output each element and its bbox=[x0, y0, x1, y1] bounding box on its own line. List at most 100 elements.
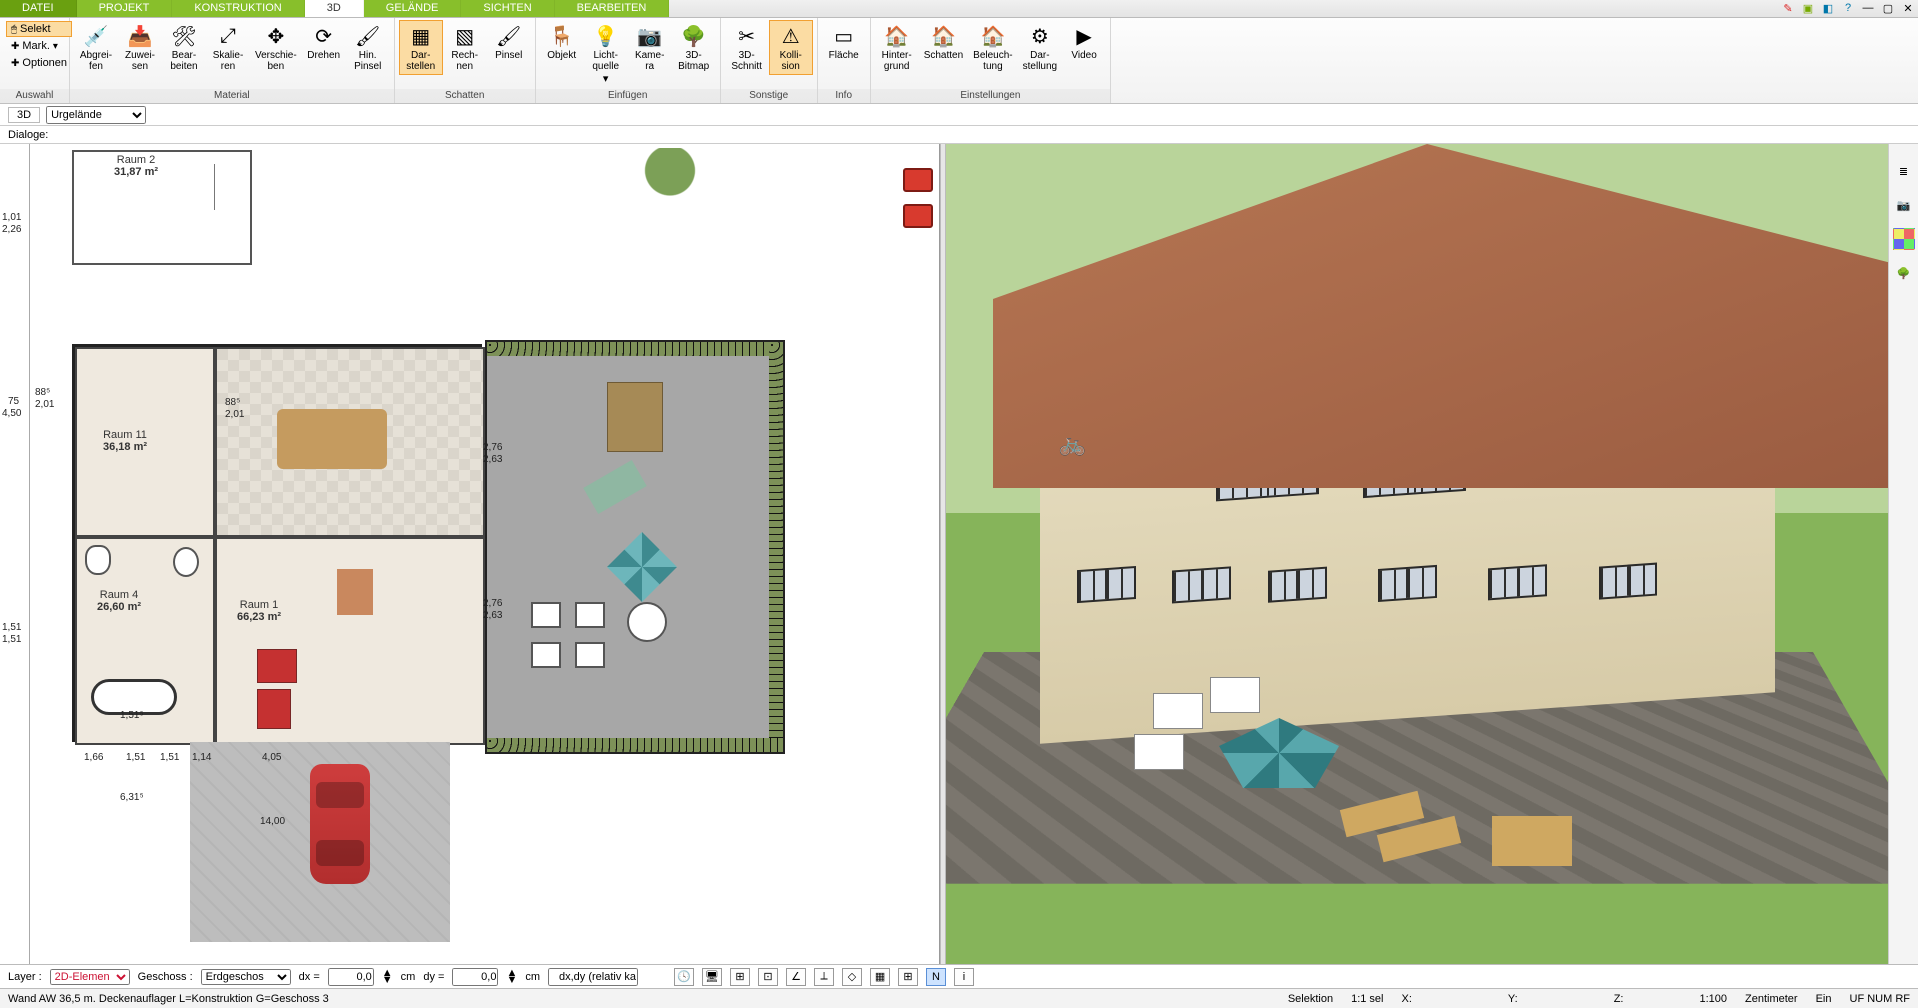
new-window-icon[interactable]: ▣ bbox=[1798, 0, 1818, 16]
group-info-label: Info bbox=[818, 89, 870, 103]
close-icon[interactable]: ✕ bbox=[1898, 0, 1918, 16]
scale-icon: ⤢ bbox=[215, 23, 241, 49]
kamera-button[interactable]: 📷Kame- ra bbox=[628, 20, 672, 75]
zuweisen-button[interactable]: 📥Zuwei- sen bbox=[118, 20, 162, 75]
umbrella-icon bbox=[607, 532, 677, 602]
object-icon: 🪑 bbox=[549, 23, 575, 49]
terrain-select[interactable]: Urgelände bbox=[46, 106, 146, 124]
schnitt-button[interactable]: ✂3D- Schnitt bbox=[725, 20, 769, 75]
hedge-bottom bbox=[487, 738, 783, 752]
status-selektion: Selektion bbox=[1288, 993, 1333, 1005]
beleuchtung-button[interactable]: 🏠Beleuch- tung bbox=[968, 20, 1017, 75]
objekt-button[interactable]: 🪑Objekt bbox=[540, 20, 584, 64]
hint-input[interactable] bbox=[548, 968, 638, 986]
layer-select[interactable]: 2D-Elemen bbox=[50, 969, 130, 985]
planter bbox=[607, 382, 663, 452]
side-toolbar: ≣ 📷 🌳 bbox=[1888, 144, 1918, 964]
help-icon[interactable]: ? bbox=[1838, 0, 1858, 16]
mark-button[interactable]: ✚ Mark. ▾ bbox=[6, 38, 72, 54]
darstellung-button[interactable]: ⚙Dar- stellung bbox=[1018, 20, 1062, 75]
tab-sichten[interactable]: SICHTEN bbox=[461, 0, 554, 17]
hinpinsel-button[interactable]: 🖌Hin. Pinsel bbox=[346, 20, 390, 75]
status-num: UF NUM RF bbox=[1850, 993, 1911, 1005]
optionen-button[interactable]: ✚ Optionen bbox=[6, 55, 72, 71]
shadow-icon: 🏠 bbox=[930, 23, 956, 49]
layer-label: Layer : bbox=[8, 971, 42, 983]
render-3d-pane[interactable]: 🚲 bbox=[946, 144, 1888, 964]
status-z: Z: bbox=[1614, 993, 1624, 1005]
bottom-toolbar: Layer : 2D-Elemen Geschoss : Erdgeschos … bbox=[0, 964, 1918, 988]
bulb-icon: 💡 bbox=[593, 23, 619, 49]
verschieben-button[interactable]: ✥Verschie- ben bbox=[250, 20, 302, 75]
dx-input[interactable] bbox=[328, 968, 374, 986]
tab-konstruktion[interactable]: KONSTRUKTION bbox=[172, 0, 304, 17]
schatten-set-button[interactable]: 🏠Schatten bbox=[919, 20, 968, 64]
pinsel-button[interactable]: 🖌Pinsel bbox=[487, 20, 531, 64]
tab-bearbeiten[interactable]: BEARBEITEN bbox=[555, 0, 670, 17]
hintergrund-button[interactable]: 🏠Hinter- grund bbox=[875, 20, 919, 75]
tab-projekt[interactable]: PROJEKT bbox=[77, 0, 173, 17]
dy-stepper[interactable]: ▲▼ bbox=[506, 970, 517, 984]
skalieren-button[interactable]: ⤢Skalie- ren bbox=[206, 20, 250, 75]
patio-table bbox=[1492, 816, 1572, 866]
floorplan-2d-pane[interactable]: 1,01 2,26 75 4,50 1,51 1,51 Raum 231,87 … bbox=[0, 144, 940, 964]
tab-gelaende[interactable]: GELÄNDE bbox=[364, 0, 462, 17]
minimize-icon[interactable]: — bbox=[1858, 0, 1878, 16]
snap1-toggle[interactable]: ⊞ bbox=[730, 968, 750, 986]
car bbox=[310, 764, 370, 884]
status-x: X: bbox=[1402, 993, 1412, 1005]
n-toggle[interactable]: N bbox=[926, 968, 946, 986]
dy-unit: cm bbox=[525, 971, 540, 983]
camera-side-icon[interactable]: 📷 bbox=[1893, 194, 1915, 216]
dy-label: dy = bbox=[423, 971, 444, 983]
lichtquelle-button[interactable]: 💡Licht- quelle▾ bbox=[584, 20, 628, 88]
rotate-icon: ⟳ bbox=[311, 23, 337, 49]
tab-3d[interactable]: 3D bbox=[305, 0, 364, 17]
info-toggle[interactable]: i bbox=[954, 968, 974, 986]
grid2-toggle[interactable]: ⊞ bbox=[898, 968, 918, 986]
video-button[interactable]: ▶Video bbox=[1062, 20, 1106, 64]
perp-toggle[interactable]: ⟂ bbox=[814, 968, 834, 986]
brush2-icon: 🖌 bbox=[496, 23, 522, 49]
bitmap-button[interactable]: 🌳3D- Bitmap bbox=[672, 20, 716, 75]
diamond-toggle[interactable]: ◇ bbox=[842, 968, 862, 986]
clock-toggle[interactable]: 🕓 bbox=[674, 968, 694, 986]
angle-toggle[interactable]: ∠ bbox=[786, 968, 806, 986]
window-2 bbox=[1172, 566, 1231, 603]
dining-table bbox=[277, 409, 387, 469]
house-outline: Raum 1136,18 m² Raum 345,42 m² Raum 426,… bbox=[72, 344, 482, 742]
maximize-icon[interactable]: ▢ bbox=[1878, 0, 1898, 16]
tree-side-icon[interactable]: 🌳 bbox=[1893, 262, 1915, 284]
geschoss-select[interactable]: Erdgeschos bbox=[201, 969, 291, 985]
grid1-toggle[interactable]: ▦ bbox=[870, 968, 890, 986]
red-control-2[interactable] bbox=[903, 204, 933, 228]
shadow-show-icon: ▦ bbox=[408, 23, 434, 49]
snap2-toggle[interactable]: ⊡ bbox=[758, 968, 778, 986]
area-icon: ▭ bbox=[831, 23, 857, 49]
drehen-button[interactable]: ⟳Drehen bbox=[302, 20, 346, 64]
cabinet bbox=[337, 569, 373, 615]
mode-3d-label: 3D bbox=[8, 107, 40, 123]
darstellen-button[interactable]: ▦Dar- stellen bbox=[399, 20, 443, 75]
monitor-toggle[interactable]: 🖥 bbox=[702, 968, 722, 986]
room-1: Raum 166,23 m² bbox=[215, 537, 485, 745]
bearbeiten-button[interactable]: 🛠Bear- beiten bbox=[162, 20, 206, 75]
flaeche-button[interactable]: ▭Fläche bbox=[822, 20, 866, 64]
layers-icon[interactable]: ≣ bbox=[1893, 160, 1915, 182]
display-icon: ⚙ bbox=[1027, 23, 1053, 49]
abgreifen-button[interactable]: 💉Abgrei- fen bbox=[74, 20, 118, 75]
kollision-button[interactable]: ⚠Kolli- sion bbox=[769, 20, 813, 75]
color-palette-icon[interactable] bbox=[1893, 228, 1915, 250]
dy-input[interactable] bbox=[452, 968, 498, 986]
lounger bbox=[583, 460, 646, 514]
status-unit: Zentimeter bbox=[1745, 993, 1798, 1005]
red-control-1[interactable] bbox=[903, 168, 933, 192]
rechnen-button[interactable]: ▧Rech- nen bbox=[443, 20, 487, 75]
selekt-button[interactable]: 🖱 Selekt bbox=[6, 21, 72, 37]
layout-icon[interactable]: ◧ bbox=[1818, 0, 1838, 16]
tab-datei[interactable]: DATEI bbox=[0, 0, 77, 17]
edit-icon: 🛠 bbox=[171, 23, 197, 49]
dx-stepper[interactable]: ▲▼ bbox=[382, 970, 393, 984]
status-sel: 1:1 sel bbox=[1351, 993, 1383, 1005]
pencil-icon[interactable]: ✎ bbox=[1778, 0, 1798, 16]
